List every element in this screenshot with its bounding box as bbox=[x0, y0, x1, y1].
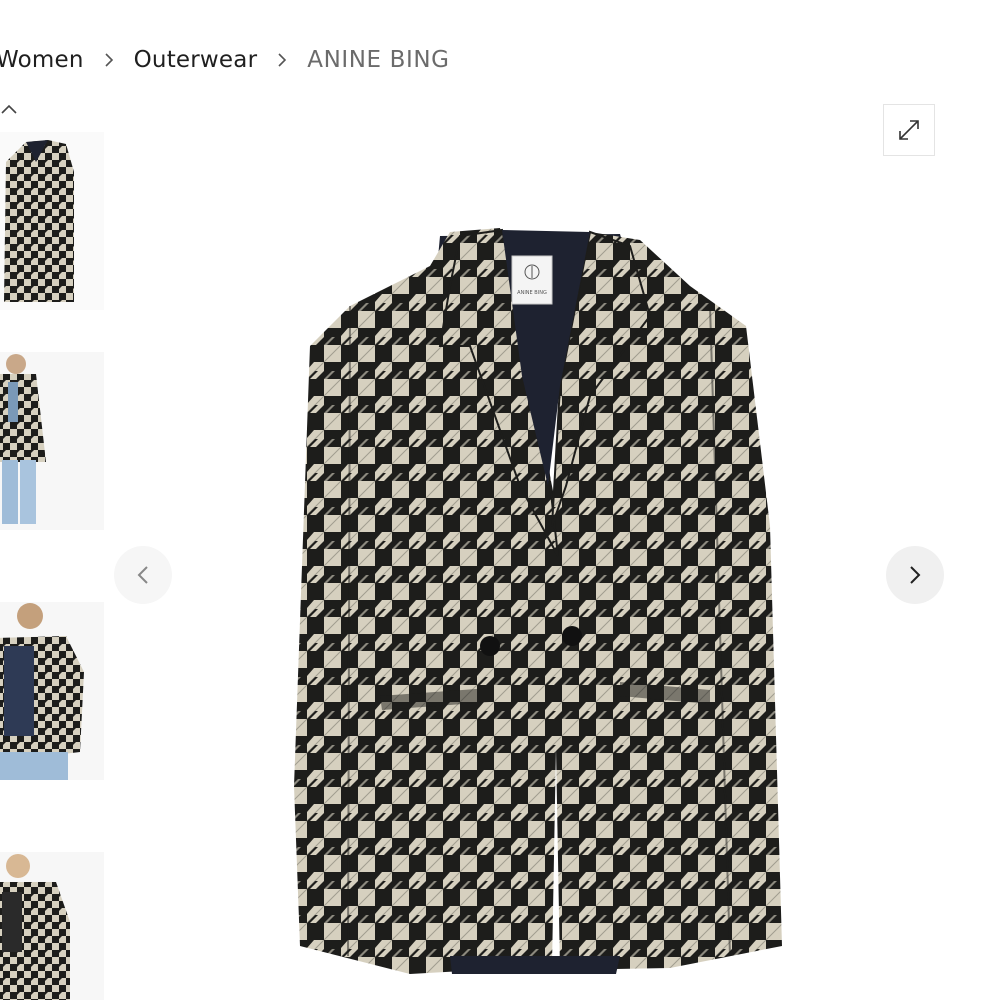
expand-image-button[interactable] bbox=[883, 104, 935, 156]
next-image-button[interactable] bbox=[886, 546, 944, 604]
previous-image-button[interactable] bbox=[114, 546, 172, 604]
chevron-right-icon bbox=[910, 566, 921, 584]
breadcrumb-current-brand: ANINE BING bbox=[307, 47, 450, 73]
chevron-up-icon bbox=[1, 104, 17, 114]
chevron-right-icon bbox=[84, 52, 134, 68]
chevron-left-icon bbox=[137, 566, 148, 584]
expand-arrows-icon bbox=[899, 120, 919, 140]
label-logo-text: ANINE BING bbox=[517, 290, 547, 296]
breadcrumb: Women Outerwear ANINE BING bbox=[0, 42, 450, 78]
thumbnail-scroll-up-button[interactable] bbox=[0, 98, 22, 120]
breadcrumb-link-outerwear[interactable]: Outerwear bbox=[134, 47, 258, 73]
houndstooth-blazer-image: ANINE BING bbox=[294, 228, 782, 974]
main-product-image[interactable]: ANINE BING bbox=[110, 96, 1000, 1000]
thumbnail-2[interactable] bbox=[0, 352, 104, 530]
thumbnail-1[interactable] bbox=[0, 132, 104, 310]
thumbnail-4[interactable] bbox=[0, 852, 104, 1000]
chevron-right-icon bbox=[257, 52, 307, 68]
thumbnail-3[interactable] bbox=[0, 602, 104, 780]
breadcrumb-link-women[interactable]: Women bbox=[0, 47, 84, 73]
